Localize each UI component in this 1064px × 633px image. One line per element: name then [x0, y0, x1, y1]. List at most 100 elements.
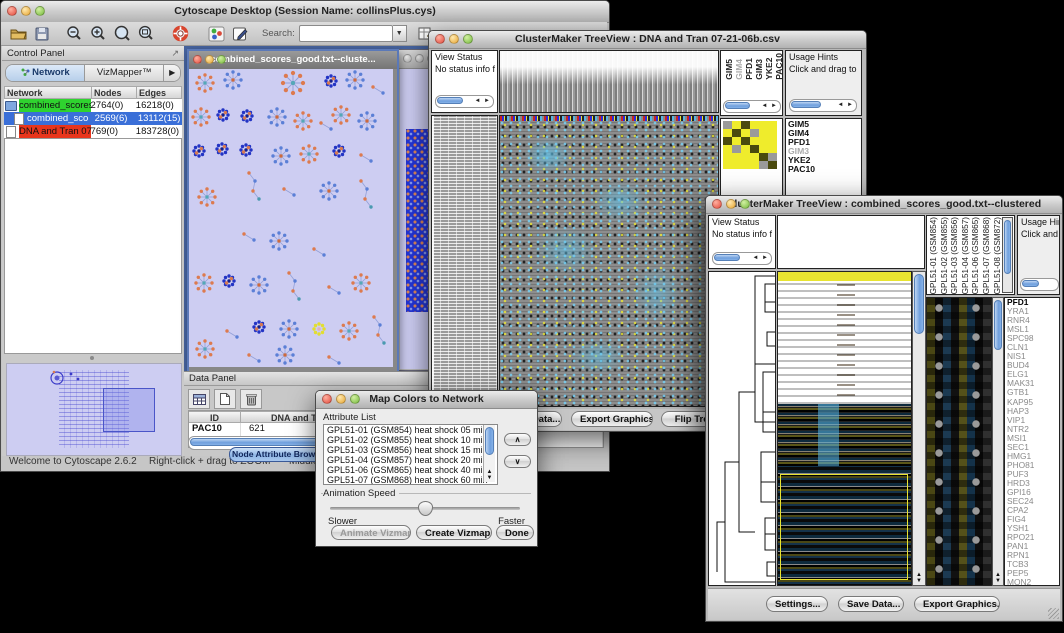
- dna-title-bar[interactable]: ClusterMaker TreeView : DNA and Tran 07-…: [429, 31, 866, 49]
- main-heatmap-vscrollbar[interactable]: ▲▼: [912, 271, 926, 586]
- view-status-scrollbar[interactable]: ◄ ►: [712, 252, 772, 265]
- scroll-arrows-icon[interactable]: ◄ ►: [837, 100, 854, 110]
- close-button[interactable]: [193, 55, 202, 64]
- tab-vizmapper[interactable]: VizMapper™: [85, 65, 164, 81]
- close-button[interactable]: [403, 54, 412, 63]
- listbox-vscrollbar[interactable]: ▲▼: [483, 425, 495, 482]
- scroll-arrows-icon[interactable]: ◄ ►: [474, 96, 491, 106]
- scrollbar-thumb[interactable]: [791, 101, 821, 108]
- dna-column-dendrogram[interactable]: [499, 50, 719, 113]
- select-attributes-button[interactable]: [188, 389, 210, 409]
- dialog-title-bar[interactable]: Map Colors to Network: [316, 391, 537, 409]
- column-labels-scrollbar[interactable]: ◄ ►: [723, 100, 781, 113]
- settings-button[interactable]: Settings...: [766, 596, 828, 612]
- scrollbar-thumb[interactable]: [725, 102, 750, 109]
- combined-gene-labels-panel[interactable]: PFD1YRA1RNR4MSL1SPC98CLN1NIS1BUD4ELG1MAK…: [1004, 297, 1060, 586]
- zoom-in-button[interactable]: [86, 24, 110, 44]
- usage-hints-scrollbar[interactable]: [1020, 278, 1059, 291]
- tab-overflow-arrow[interactable]: ▶: [164, 65, 180, 81]
- close-button[interactable]: [712, 199, 722, 209]
- zoom-button[interactable]: [217, 55, 226, 64]
- combined-column-labels-panel[interactable]: GPL51-01 (GSM854)GPL51-02 (GSM855)GPL51-…: [926, 215, 1015, 295]
- scrollbar-thumb[interactable]: [1004, 220, 1011, 274]
- new-attribute-button[interactable]: [214, 389, 236, 409]
- detail-heatmap-vscrollbar[interactable]: ▲▼: [992, 297, 1004, 586]
- vizmapper-button[interactable]: [204, 24, 228, 44]
- scrollbar-thumb[interactable]: [485, 427, 494, 455]
- help-button[interactable]: [168, 24, 192, 44]
- network-row-dna[interactable]: DNA and Tran 07 769(0) 183728(0): [4, 125, 182, 138]
- scrollbar-thumb[interactable]: [994, 300, 1002, 350]
- attribute-list-item[interactable]: GPL51-02 (GSM855) heat shock 10 min: [324, 435, 497, 445]
- combined-main-heatmap[interactable]: [777, 271, 912, 586]
- attribute-list-item[interactable]: GPL51-04 (GSM857) heat shock 20 min: [324, 455, 497, 465]
- column-labels-vscrollbar[interactable]: [1002, 217, 1013, 293]
- gene-label[interactable]: PAC10: [788, 165, 861, 174]
- search-dropdown-arrow[interactable]: ▼: [393, 25, 407, 42]
- minimize-button[interactable]: [726, 199, 736, 209]
- zoom-button[interactable]: [463, 34, 473, 44]
- view-status-scrollbar[interactable]: ◄ ►: [435, 95, 494, 108]
- minimize-button[interactable]: [336, 394, 346, 404]
- move-down-button[interactable]: ∨: [504, 455, 531, 468]
- zoom-button[interactable]: [35, 6, 45, 16]
- col-nodes[interactable]: Nodes: [92, 86, 137, 99]
- dna-main-heatmap[interactable]: [499, 115, 719, 407]
- zoom-button[interactable]: [350, 394, 360, 404]
- col-edges[interactable]: Edges: [137, 86, 182, 99]
- export-graphics-button[interactable]: Export Graphics...: [914, 596, 1000, 612]
- animate-vizmap-button[interactable]: Animate Vizmap: [331, 525, 411, 540]
- col-network[interactable]: Network: [4, 86, 92, 99]
- col-id[interactable]: ID: [189, 411, 241, 423]
- gene-label[interactable]: MON2: [1007, 578, 1059, 586]
- done-button[interactable]: Done: [496, 525, 534, 540]
- export-graphics-button[interactable]: Export Graphics...: [571, 411, 653, 427]
- minimize-button[interactable]: [21, 6, 31, 16]
- panel-splitter-handle[interactable]: [90, 356, 94, 360]
- combined-detail-heatmap[interactable]: [926, 297, 992, 586]
- scrollbar-thumb[interactable]: [1022, 280, 1039, 287]
- attribute-list-item[interactable]: GPL51-03 (GSM856) heat shock 15 min: [324, 445, 497, 455]
- scrollbar-thumb[interactable]: [714, 254, 740, 261]
- network-row-combined-scores[interactable]: combined_scores_ 2764(0) 16218(0): [4, 99, 182, 112]
- attribute-list-item[interactable]: GPL51-07 (GSM868) heat shock 60 min: [324, 475, 497, 485]
- float-panel-icon[interactable]: ↗: [171, 46, 179, 61]
- dna-column-labels-panel[interactable]: GIM5GIM4PFD1GIM3YKE2PAC10 ◄ ►: [720, 50, 783, 116]
- save-session-button[interactable]: [30, 24, 54, 44]
- dna-row-dendrogram[interactable]: [431, 115, 498, 407]
- move-up-button[interactable]: ∧: [504, 433, 531, 446]
- birdseye-view[interactable]: [6, 363, 182, 456]
- main-title-bar[interactable]: Cytoscape Desktop (Session Name: collins…: [1, 1, 609, 23]
- close-button[interactable]: [322, 394, 332, 404]
- attribute-listbox[interactable]: GPL51-01 (GSM854) heat shock 05 minGPL51…: [323, 424, 498, 485]
- open-session-button[interactable]: [6, 24, 30, 44]
- birdseye-viewport-rect[interactable]: [103, 388, 155, 432]
- network1-title-bar[interactable]: combined_scores_good.txt--cluste...: [189, 51, 397, 69]
- network1-canvas[interactable]: #screen svg g circle{r:1.7px}: [189, 69, 393, 367]
- attribute-list-item[interactable]: GPL51-06 (GSM865) heat shock 40 min: [324, 465, 497, 475]
- combined-column-dendrogram[interactable]: [777, 215, 925, 269]
- scroll-arrows-icon[interactable]: ▲▼: [913, 572, 925, 584]
- zoom-out-button[interactable]: [62, 24, 86, 44]
- attribute-list-item[interactable]: GPL51-01 (GSM854) heat shock 05 min: [324, 425, 497, 435]
- network-row-combined-selected[interactable]: combined_sco 2569(6) 13112(15): [4, 112, 182, 125]
- close-button[interactable]: [435, 34, 445, 44]
- minimize-button[interactable]: [449, 34, 459, 44]
- minimize-button[interactable]: [205, 55, 214, 64]
- tab-network[interactable]: Network: [6, 65, 85, 81]
- scrollbar-thumb[interactable]: [914, 274, 924, 334]
- zoom-actual-button[interactable]: [134, 24, 158, 44]
- zoom-fit-button[interactable]: [110, 24, 134, 44]
- close-button[interactable]: [7, 6, 17, 16]
- delete-attribute-button[interactable]: [240, 389, 262, 409]
- speed-slider-thumb[interactable]: [418, 501, 433, 516]
- annotation-button[interactable]: [228, 24, 252, 44]
- scroll-arrows-icon[interactable]: ▲▼: [993, 572, 1003, 584]
- scroll-arrows-icon[interactable]: ▲▼: [484, 469, 495, 481]
- combined-title-bar[interactable]: ClusterMaker TreeView : combined_scores_…: [706, 196, 1062, 214]
- scroll-arrows-icon[interactable]: ◄ ►: [761, 101, 778, 111]
- create-vizmap-button[interactable]: Create Vizmap: [416, 525, 492, 540]
- node-attribute-browser-button[interactable]: Node Attribute Brows: [229, 447, 323, 462]
- minimize-button[interactable]: [415, 54, 424, 63]
- save-data-button[interactable]: Save Data...: [838, 596, 904, 612]
